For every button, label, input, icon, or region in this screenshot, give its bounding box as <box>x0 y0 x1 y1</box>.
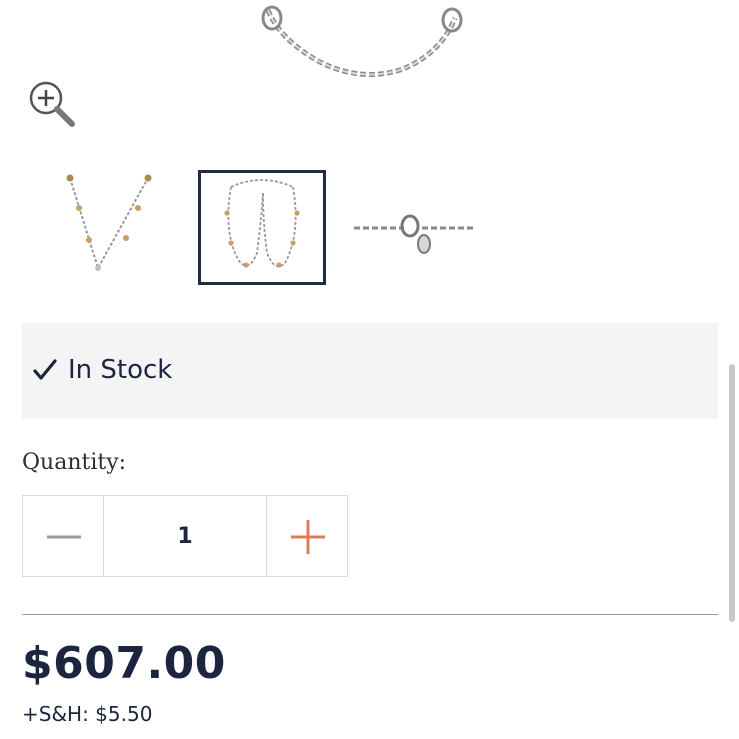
stock-status-label: In Stock <box>68 355 173 385</box>
quantity-stepper: 1 <box>22 495 348 577</box>
shipping-cost: +S&H: $5.50 <box>22 702 153 726</box>
plus-icon <box>291 520 325 554</box>
checkmark-icon <box>33 359 57 380</box>
thumbnail-3[interactable] <box>348 170 476 285</box>
quantity-label: Quantity: <box>22 450 127 475</box>
price: $607.00 <box>22 638 226 689</box>
scrollbar[interactable] <box>729 364 735 622</box>
divider <box>22 614 718 615</box>
minus-icon <box>47 535 81 539</box>
stock-status-box: In Stock <box>22 323 718 419</box>
increase-quantity-button[interactable] <box>267 496 347 576</box>
main-product-image <box>250 0 480 90</box>
zoom-button[interactable] <box>26 78 78 130</box>
quantity-value[interactable]: 1 <box>104 496 267 576</box>
thumbnail-1[interactable] <box>52 170 180 285</box>
decrease-quantity-button[interactable] <box>23 496 104 576</box>
zoom-in-icon <box>29 81 75 127</box>
thumbnail-2-selected[interactable] <box>198 170 326 285</box>
